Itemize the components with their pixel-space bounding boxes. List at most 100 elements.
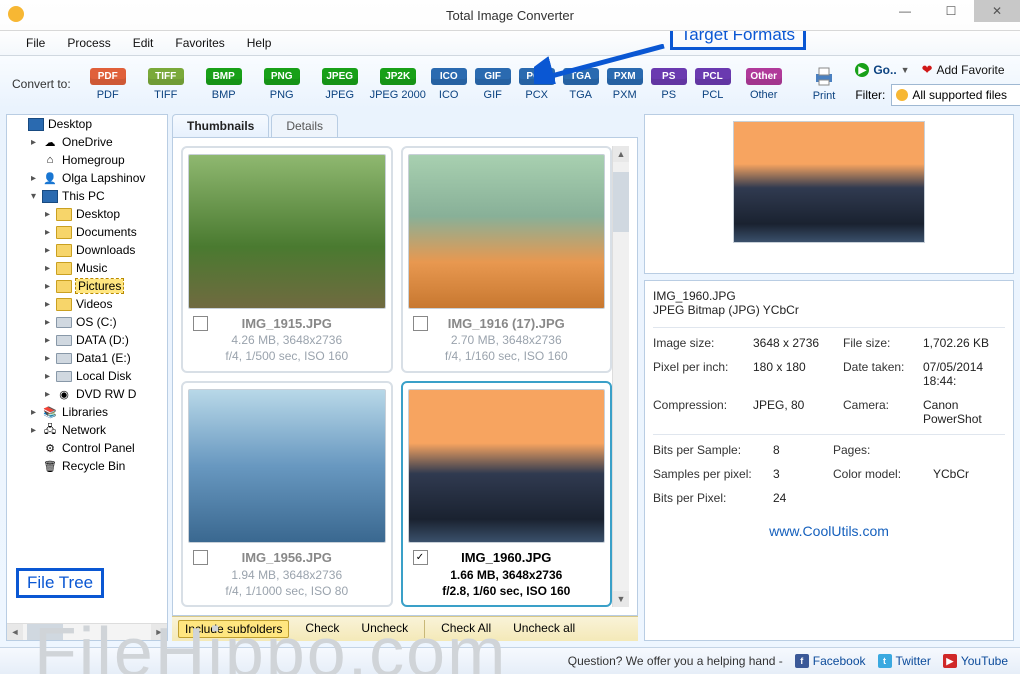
format-jpeg[interactable]: JPEGJPEG xyxy=(311,68,369,101)
tree-item[interactable]: ▸Pictures xyxy=(7,277,167,295)
tree-list[interactable]: Desktop▸☁OneDrive⌂Homegroup▸👤Olga Lapshi… xyxy=(7,115,167,623)
format-other[interactable]: OtherOther xyxy=(735,68,793,101)
thumbnail-card[interactable]: IMG_1916 (17).JPG2.70 MB, 3648x2736f/4, … xyxy=(401,146,613,373)
info-value: 3648 x 2736 xyxy=(753,336,843,350)
tree-icon xyxy=(56,261,72,275)
thumbnails-vscroll[interactable]: ▲ ▼ xyxy=(612,146,629,607)
thumbnail-card[interactable]: IMG_1915.JPG4.26 MB, 3648x2736f/4, 1/500… xyxy=(181,146,393,373)
format-tiff[interactable]: TIFFTIFF xyxy=(137,68,195,101)
thumbnail-checkbox[interactable] xyxy=(193,550,208,565)
format-ps[interactable]: PSPS xyxy=(647,68,691,101)
tree-item[interactable]: ▸Videos xyxy=(7,295,167,313)
tree-item[interactable]: ⚙Control Panel xyxy=(7,439,167,457)
tree-item[interactable]: ▸Downloads xyxy=(7,241,167,259)
format-pcx[interactable]: PCXPCX xyxy=(515,68,559,101)
expand-icon[interactable]: ▸ xyxy=(29,137,38,148)
expand-icon[interactable]: ▸ xyxy=(43,281,52,292)
scroll-thumb[interactable] xyxy=(613,172,629,232)
close-button[interactable]: ✕ xyxy=(974,0,1020,22)
tree-icon xyxy=(56,369,72,383)
thumbnail-checkbox[interactable] xyxy=(193,316,208,331)
twitter-link[interactable]: tTwitter xyxy=(878,654,931,668)
expand-icon[interactable]: ▸ xyxy=(43,389,52,400)
format-pdf[interactable]: PDFPDF xyxy=(79,68,137,101)
menu-help[interactable]: Help xyxy=(237,33,282,53)
tree-item[interactable]: ▸◉DVD RW D xyxy=(7,385,167,403)
tree-item[interactable]: ▸OS (C:) xyxy=(7,313,167,331)
tree-item[interactable]: ▸Desktop xyxy=(7,205,167,223)
tree-item[interactable]: ⌂Homegroup xyxy=(7,151,167,169)
info-value: JPEG, 80 xyxy=(753,398,843,426)
expand-icon[interactable]: ▾ xyxy=(29,191,38,202)
expand-icon[interactable]: ▸ xyxy=(43,335,52,346)
coolutils-link[interactable]: www.CoolUtils.com xyxy=(653,523,1005,539)
maximize-button[interactable]: ☐ xyxy=(928,0,974,22)
youtube-link[interactable]: ▶YouTube xyxy=(943,654,1008,668)
info-key: Image size: xyxy=(653,336,753,350)
expand-icon[interactable]: ▸ xyxy=(43,353,52,364)
expand-icon[interactable]: ▸ xyxy=(29,407,38,418)
tree-item[interactable]: ▸👤Olga Lapshinov xyxy=(7,169,167,187)
menu-edit[interactable]: Edit xyxy=(123,33,164,53)
expand-icon[interactable]: ▸ xyxy=(29,173,38,184)
expand-icon[interactable]: ▸ xyxy=(43,245,52,256)
expand-icon[interactable]: ▸ xyxy=(43,227,52,238)
tree-item[interactable]: ▾This PC xyxy=(7,187,167,205)
include-subfolders-toggle[interactable]: Include subfolders xyxy=(178,620,289,638)
expand-icon[interactable]: ▸ xyxy=(43,263,52,274)
uncheck-button[interactable]: Uncheck xyxy=(355,620,414,638)
format-pxm[interactable]: PXMPXM xyxy=(603,68,647,101)
print-button[interactable]: Print xyxy=(813,66,836,102)
scroll-thumb[interactable] xyxy=(27,624,63,640)
filter-select[interactable]: All supported files ▼ xyxy=(891,84,1020,106)
expand-icon[interactable]: ▸ xyxy=(43,299,52,310)
format-tga[interactable]: TGATGA xyxy=(559,68,603,101)
expand-icon[interactable]: ▸ xyxy=(43,209,52,220)
tree-item[interactable]: ▸Data1 (E:) xyxy=(7,349,167,367)
tree-item[interactable]: 🗑Recycle Bin xyxy=(7,457,167,475)
expand-icon[interactable]: ▸ xyxy=(29,425,38,436)
tree-item[interactable]: ▸Local Disk xyxy=(7,367,167,385)
go-button[interactable]: ▶ Go.. ▼ xyxy=(855,63,909,77)
add-favorite-button[interactable]: ❤ Add Favorite xyxy=(922,62,1005,78)
thumbnail-card[interactable]: IMG_1956.JPG1.94 MB, 3648x2736f/4, 1/100… xyxy=(181,381,393,608)
expand-icon[interactable]: ▸ xyxy=(43,371,52,382)
expand-icon[interactable]: ▸ xyxy=(43,317,52,328)
tree-item[interactable]: ▸🖧Network xyxy=(7,421,167,439)
minimize-button[interactable]: — xyxy=(882,0,928,22)
scroll-down-icon[interactable]: ▼ xyxy=(613,591,629,607)
scroll-up-icon[interactable]: ▲ xyxy=(613,146,629,162)
format-bmp[interactable]: BMPBMP xyxy=(195,68,253,101)
tab-thumbnails[interactable]: Thumbnails xyxy=(172,114,269,137)
tree-icon xyxy=(56,297,72,311)
selection-toolbar: Include subfolders Check Uncheck Check A… xyxy=(172,616,638,641)
info-value: 3 xyxy=(773,467,833,481)
facebook-link[interactable]: fFacebook xyxy=(795,654,866,668)
uncheck-all-button[interactable]: Uncheck all xyxy=(507,620,581,638)
tree-item[interactable]: ▸DATA (D:) xyxy=(7,331,167,349)
format-pcl[interactable]: PCLPCL xyxy=(691,68,735,101)
scroll-left-icon[interactable]: ◄ xyxy=(7,624,23,640)
tree-item[interactable]: Desktop xyxy=(7,115,167,133)
thumbnail-card[interactable]: ✓IMG_1960.JPG1.66 MB, 3648x2736f/2.8, 1/… xyxy=(401,381,613,608)
format-png[interactable]: PNGPNG xyxy=(253,68,311,101)
menu-favorites[interactable]: Favorites xyxy=(165,33,234,53)
tree-item[interactable]: ▸Documents xyxy=(7,223,167,241)
thumbnail-checkbox[interactable] xyxy=(413,316,428,331)
format-gif[interactable]: GIFGIF xyxy=(471,68,515,101)
check-all-button[interactable]: Check All xyxy=(435,620,497,638)
tab-details[interactable]: Details xyxy=(271,114,338,137)
thumbnail-checkbox[interactable]: ✓ xyxy=(413,550,428,565)
tree-item[interactable]: ▸Music xyxy=(7,259,167,277)
scroll-right-icon[interactable]: ► xyxy=(151,624,167,640)
info-grid-1: Image size:3648 x 2736File size:1,702.26… xyxy=(653,336,1005,426)
tree-hscroll[interactable]: ◄ ► xyxy=(7,623,167,640)
tree-item[interactable]: ▸📚Libraries xyxy=(7,403,167,421)
tree-label: Olga Lapshinov xyxy=(62,171,145,185)
menu-process[interactable]: Process xyxy=(57,33,120,53)
tree-item[interactable]: ▸☁OneDrive xyxy=(7,133,167,151)
format-jpeg2000[interactable]: JP2KJPEG 2000 xyxy=(369,68,427,101)
check-button[interactable]: Check xyxy=(299,620,345,638)
format-ico[interactable]: ICOICO xyxy=(427,68,471,101)
menu-file[interactable]: File xyxy=(16,33,55,53)
